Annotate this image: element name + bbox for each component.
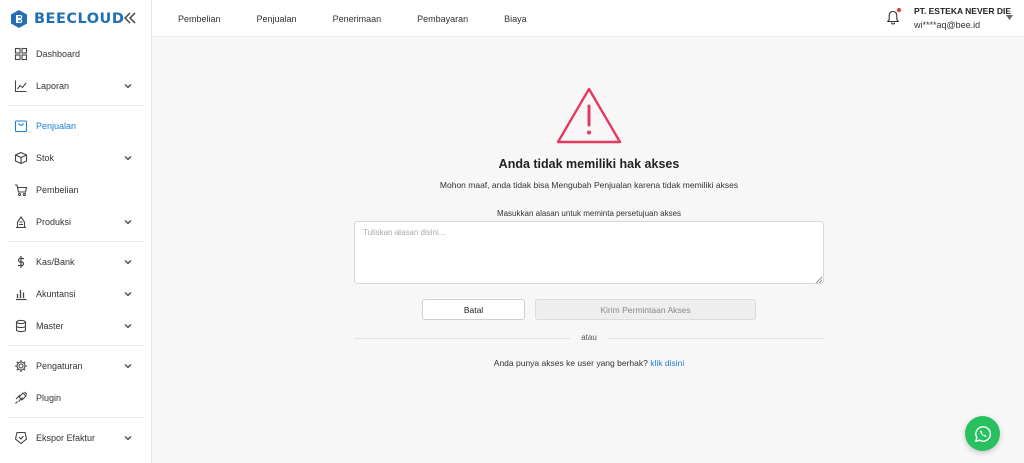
page-subtitle: Mohon maaf, anda tidak bisa Mengubah Pen… xyxy=(439,180,739,190)
chevron-down-icon xyxy=(124,84,132,89)
sidebar-item-produksi[interactable]: Produksi xyxy=(0,206,152,238)
sidebar-item-stok[interactable]: Stok xyxy=(0,142,152,174)
dashboard-icon xyxy=(14,47,28,61)
beecloud-logo-icon xyxy=(11,9,27,28)
sidebar-item-label: Produksi xyxy=(36,217,72,227)
send-request-button[interactable]: Kirim Permintaan Akses xyxy=(535,299,756,320)
topnav-biaya[interactable]: Biaya xyxy=(504,14,527,24)
company-name[interactable]: PT. ESTEKA NEVER DIE xyxy=(914,6,1011,16)
chevron-down-icon xyxy=(124,220,132,225)
sidebar-item-dashboard[interactable]: Dashboard xyxy=(0,38,152,70)
sidebar-item-kas-bank[interactable]: Kas/Bank xyxy=(0,246,152,278)
database-icon xyxy=(15,319,27,333)
chevron-down-icon xyxy=(124,436,132,441)
sidebar-divider xyxy=(8,345,144,346)
authorized-user-prompt: Anda punya akses ke user yang berhak? kl… xyxy=(354,358,824,368)
reason-label: Masukkan alasan untuk meminta persetujua… xyxy=(496,209,682,218)
page-title: Anda tidak memiliki hak akses xyxy=(498,157,680,171)
reason-input[interactable] xyxy=(354,221,824,284)
whatsapp-icon xyxy=(974,425,991,442)
authorized-user-text: Anda punya akses ke user yang berhak? xyxy=(493,358,648,368)
sidebar-item-label: Ekspor Efaktur xyxy=(36,433,96,443)
sidebar-item-label: Penjualan xyxy=(36,121,77,131)
chevron-down-icon xyxy=(124,324,132,329)
sidebar-item-label: Stok xyxy=(36,153,55,163)
sidebar-divider xyxy=(8,105,144,106)
chevron-down-icon xyxy=(124,260,132,265)
top-bar: Pembelian Penjualan Penerimaan Pembayara… xyxy=(152,0,1024,37)
sidebar-nav: Dashboard Laporan Penjualan Stok Pembeli… xyxy=(0,38,152,454)
factory-icon xyxy=(16,216,26,229)
sidebar-divider xyxy=(8,241,144,242)
chevron-down-icon xyxy=(124,292,132,297)
brand-name: BEECLOUD xyxy=(34,10,125,27)
collapse-sidebar-icon[interactable] xyxy=(122,10,138,26)
sidebar-item-laporan[interactable]: Laporan xyxy=(0,70,152,102)
sidebar-item-akuntansi[interactable]: Akuntansi xyxy=(0,278,152,310)
sidebar-item-label: Pengaturan xyxy=(36,361,83,371)
chevron-down-icon xyxy=(124,364,132,369)
sidebar-item-ekspor-efaktur[interactable]: Ekspor Efaktur xyxy=(0,422,152,454)
topnav-pembelian[interactable]: Pembelian xyxy=(178,14,221,24)
sidebar-item-label: Dashboard xyxy=(36,49,81,59)
divider-left xyxy=(354,338,570,339)
resize-grip-icon[interactable] xyxy=(815,276,822,283)
sidebar-item-label: Pembelian xyxy=(36,185,79,195)
gear-icon xyxy=(15,360,27,372)
top-nav: Pembelian Penjualan Penerimaan Pembayara… xyxy=(178,0,563,37)
sidebar-item-label: Master xyxy=(36,321,64,331)
plugin-icon xyxy=(15,391,28,404)
topnav-penjualan[interactable]: Penjualan xyxy=(257,14,297,24)
sidebar-item-label: Kas/Bank xyxy=(36,257,75,267)
box-icon xyxy=(14,151,28,165)
caret-down-icon[interactable] xyxy=(1006,15,1013,20)
chart-icon xyxy=(14,80,27,93)
warning-icon xyxy=(556,87,622,144)
sidebar-divider xyxy=(8,417,144,418)
cart-icon xyxy=(15,184,28,197)
sidebar-item-pembelian[interactable]: Pembelian xyxy=(0,174,152,206)
sidebar-item-label: Akuntansi xyxy=(36,289,76,299)
sidebar-item-penjualan[interactable]: Penjualan xyxy=(0,110,152,142)
cancel-button[interactable]: Batal xyxy=(422,299,525,320)
bars-icon xyxy=(16,290,27,301)
sidebar-item-label: Laporan xyxy=(36,81,70,91)
whatsapp-chat-button[interactable] xyxy=(965,416,1000,451)
sidebar-item-plugin[interactable]: Plugin xyxy=(0,382,152,414)
divider-right xyxy=(608,338,824,339)
sidebar-item-label: Plugin xyxy=(36,393,62,403)
dollar-icon xyxy=(17,256,25,268)
bell-icon[interactable] xyxy=(886,10,900,25)
notification-badge xyxy=(897,8,901,12)
chevron-down-icon xyxy=(124,156,132,161)
topnav-pembayaran[interactable]: Pembayaran xyxy=(417,14,468,24)
sidebar-item-pengaturan[interactable]: Pengaturan xyxy=(0,350,152,382)
sidebar-item-master[interactable]: Master xyxy=(0,310,152,342)
click-here-link[interactable]: klik disini xyxy=(650,358,684,368)
or-separator: atau xyxy=(581,333,597,342)
export-icon xyxy=(14,431,28,445)
sales-icon xyxy=(14,120,28,133)
user-email[interactable]: wi****aq@bee.id xyxy=(914,20,980,30)
sidebar: BEECLOUD Dashboard Laporan Penjualan Sto… xyxy=(0,0,152,463)
topnav-penerimaan[interactable]: Penerimaan xyxy=(333,14,382,24)
